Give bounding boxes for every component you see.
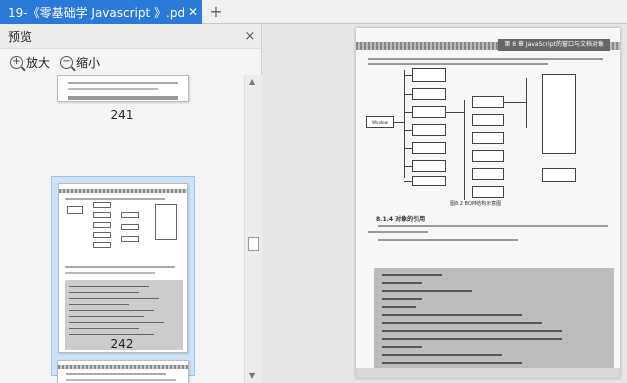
diagram-node xyxy=(412,124,446,136)
diagram-node xyxy=(412,160,446,172)
tab-title: 19-《零基础学 Javascript 》.pdf xyxy=(8,5,184,20)
diagram-node xyxy=(472,114,504,126)
diagram-node xyxy=(472,186,504,198)
diagram-node: Window xyxy=(366,116,394,128)
code-block xyxy=(374,268,614,368)
chapter-header: 第 8 章 JavaScript的窗口与文档对象 xyxy=(498,39,610,51)
document-page: 第 8 章 JavaScript的窗口与文档对象 Window 图8.2 BOM… xyxy=(356,28,620,378)
zoom-out-label: 缩小 xyxy=(76,55,101,70)
document-viewer[interactable]: 第 8 章 JavaScript的窗口与文档对象 Window 图8.2 BOM… xyxy=(263,24,627,383)
zoom-out-button[interactable]: − 缩小 xyxy=(60,54,100,71)
zoom-in-button[interactable]: + 放大 xyxy=(10,54,50,71)
thumbnail-scrollbar[interactable]: ▲ ▼ xyxy=(244,75,262,383)
zoom-in-label: 放大 xyxy=(26,55,51,70)
diagram-node xyxy=(472,168,504,180)
diagram-node xyxy=(472,150,504,162)
diagram-node xyxy=(412,142,446,154)
new-tab-button[interactable]: + xyxy=(206,2,226,22)
zoom-out-icon: − xyxy=(60,55,74,69)
thumbnail-label: 242 xyxy=(110,337,134,351)
tab-bar: 19-《零基础学 Javascript 》.pdf ✕ + xyxy=(0,0,627,24)
thumbnail-label: 241 xyxy=(110,108,134,122)
thumbnail-page-243[interactable] xyxy=(57,360,189,383)
scrollbar-thumb[interactable] xyxy=(248,237,259,251)
sidebar-close-icon[interactable]: × xyxy=(239,29,261,44)
scroll-up-icon[interactable]: ▲ xyxy=(249,77,255,86)
section-title: 8.1.4 对象的引用 xyxy=(376,216,426,223)
document-tab[interactable]: 19-《零基础学 Javascript 》.pdf ✕ xyxy=(0,0,202,24)
diagram-node xyxy=(542,168,576,182)
diagram-node xyxy=(412,68,446,82)
sidebar-header: 预览 × xyxy=(0,24,261,49)
diagram-node xyxy=(472,96,504,108)
diagram-node xyxy=(412,88,446,100)
scroll-down-icon[interactable]: ▼ xyxy=(249,371,255,380)
diagram-node xyxy=(472,132,504,144)
thumbnail-page-242[interactable] xyxy=(58,183,188,353)
thumbnail-page-241[interactable] xyxy=(57,75,189,102)
diagram-node xyxy=(412,176,446,186)
page-footer xyxy=(356,368,620,378)
preview-sidebar: 预览 × + 放大 − 缩小 241 242 ▲ ▼ xyxy=(0,24,262,383)
sidebar-title: 预览 xyxy=(8,29,33,44)
figure-caption: 图8.2 BOM结构示意图 xyxy=(450,201,502,207)
tab-close-icon[interactable]: ✕ xyxy=(184,5,202,19)
diagram-node xyxy=(412,106,446,118)
diagram-node xyxy=(542,74,576,154)
sidebar-toolbar: + 放大 − 缩小 xyxy=(0,49,261,75)
zoom-in-icon: + xyxy=(10,55,23,69)
thumbnail-list: 241 242 xyxy=(0,75,244,383)
